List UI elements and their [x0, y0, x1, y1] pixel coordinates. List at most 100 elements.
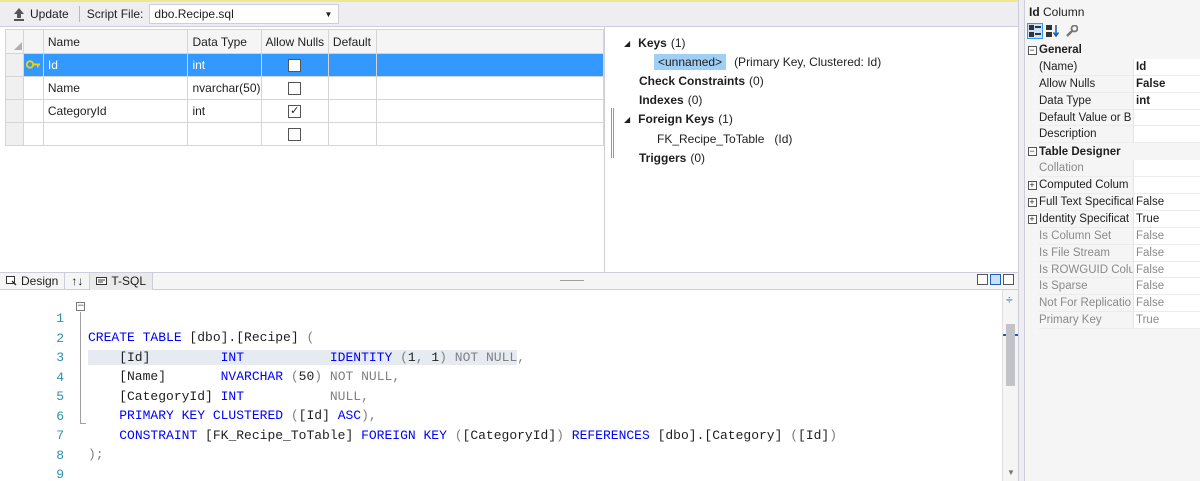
property-row[interactable]: Collation	[1025, 160, 1200, 178]
property-row[interactable]: + Full Text Specificat False	[1025, 194, 1200, 211]
tree-node-foreign-keys[interactable]: ◢ Foreign Keys (1)	[624, 110, 733, 128]
cell-data-type[interactable]: int	[187, 53, 262, 77]
property-value[interactable]: True	[1134, 210, 1200, 228]
row-header[interactable]	[5, 122, 24, 146]
property-row[interactable]: + Computed Colum	[1025, 177, 1200, 195]
table-row[interactable]: Id int	[5, 53, 605, 77]
split-handle[interactable]	[560, 280, 584, 281]
column-header-name[interactable]: Name	[42, 29, 189, 54]
column-header-data-type[interactable]: Data Type	[187, 29, 262, 54]
cell-default[interactable]	[327, 99, 377, 123]
property-value[interactable]: int	[1134, 92, 1200, 110]
script-file-dropdown[interactable]: dbo.Recipe.sql ▼	[149, 4, 340, 24]
collapse-pane-button[interactable]	[1003, 274, 1014, 285]
sql-editor[interactable]: 1 CREATE TABLE [dbo].[Recipe] ( 2 [Id] I…	[0, 290, 1002, 481]
tree-node-foreign-key-item[interactable]: FK_Recipe_ToTable (Id)	[657, 130, 792, 148]
tab-tsql[interactable]: T-SQL	[90, 272, 154, 290]
property-value[interactable]: True	[1134, 312, 1200, 330]
cell-default[interactable]	[327, 53, 377, 77]
property-value[interactable]: False	[1134, 227, 1200, 245]
property-row[interactable]: Default Value or B	[1025, 109, 1200, 127]
property-row[interactable]: (Name) Id	[1025, 58, 1200, 76]
cell-name[interactable]: Id	[42, 53, 189, 77]
property-value[interactable]	[1134, 177, 1200, 195]
property-row[interactable]: Data Type int	[1025, 92, 1200, 110]
cell-name[interactable]: Name	[42, 76, 189, 100]
property-value[interactable]: False	[1134, 75, 1200, 93]
property-value[interactable]: False	[1134, 244, 1200, 262]
tree-node-keys[interactable]: ◢ Keys (1)	[624, 34, 686, 52]
property-row[interactable]: Description	[1025, 126, 1200, 144]
property-row[interactable]: Is ROWGUID Colu False	[1025, 261, 1200, 279]
cell-data-type[interactable]: int	[187, 99, 262, 123]
column-header-default[interactable]: Default	[327, 29, 377, 54]
property-row[interactable]: Not For Replicatio False	[1025, 295, 1200, 313]
cell-allow-nulls[interactable]	[260, 122, 329, 146]
table-row[interactable]: Name nvarchar(50)	[5, 76, 605, 100]
allow-nulls-checkbox[interactable]	[288, 59, 302, 73]
scrollbar-thumb[interactable]	[1006, 324, 1015, 386]
collapse-icon[interactable]: −	[1027, 45, 1037, 55]
tree-node-indexes[interactable]: Indexes (0)	[639, 91, 702, 109]
cell-default[interactable]	[327, 122, 377, 146]
update-button[interactable]: Update	[10, 4, 72, 24]
property-value[interactable]	[1134, 160, 1200, 178]
row-header[interactable]	[5, 76, 24, 100]
property-pages-button[interactable]	[1063, 23, 1079, 39]
expand-icon[interactable]: +	[1027, 181, 1037, 191]
swap-panes-button[interactable]: ↑↓	[65, 272, 91, 290]
property-value[interactable]: False	[1134, 278, 1200, 296]
allow-nulls-checkbox[interactable]: ✓	[288, 105, 302, 119]
property-row[interactable]: Allow Nulls False	[1025, 75, 1200, 93]
property-row[interactable]: Is File Stream False	[1025, 244, 1200, 262]
editor-scrollbar[interactable]: ÷ ▼	[1002, 290, 1019, 481]
alphabetical-button[interactable]	[1045, 23, 1061, 39]
tree-node-triggers[interactable]: Triggers (0)	[639, 149, 705, 167]
property-value[interactable]: Id	[1134, 58, 1200, 76]
scroll-down-arrow-icon[interactable]: ▼	[1007, 468, 1015, 477]
property-value[interactable]: False	[1134, 194, 1200, 211]
expand-triangle-icon[interactable]: ◢	[624, 115, 630, 124]
vertical-split-button[interactable]	[977, 274, 988, 285]
property-row[interactable]: + Identity Specificat True	[1025, 210, 1200, 228]
property-row[interactable]: Primary Key True	[1025, 312, 1200, 330]
property-value[interactable]: False	[1134, 261, 1200, 279]
cell-name[interactable]: CategoryId	[42, 99, 189, 123]
row-key-cell[interactable]	[22, 122, 44, 146]
pane-splitter-grip[interactable]	[611, 108, 614, 158]
property-row[interactable]: Is Column Set False	[1025, 227, 1200, 245]
expand-icon[interactable]: +	[1027, 214, 1037, 224]
property-row[interactable]: Is Sparse False	[1025, 278, 1200, 296]
property-value[interactable]	[1134, 126, 1200, 144]
key-name[interactable]: <unnamed>	[654, 54, 727, 70]
cell-data-type[interactable]	[187, 122, 262, 146]
allow-nulls-checkbox[interactable]	[288, 128, 302, 142]
expand-icon[interactable]: +	[1027, 197, 1037, 207]
table-row[interactable]: CategoryId int ✓	[5, 99, 605, 123]
property-value[interactable]	[1134, 109, 1200, 127]
horizontal-split-button[interactable]	[990, 274, 1001, 285]
property-category[interactable]: − Table Designer	[1025, 143, 1200, 160]
cell-name[interactable]	[42, 122, 189, 146]
tree-node-primary-key[interactable]: <unnamed> (Primary Key, Clustered: Id)	[654, 53, 881, 71]
row-key-cell[interactable]	[22, 99, 44, 123]
cell-allow-nulls[interactable]: ✓	[260, 99, 329, 123]
allow-nulls-checkbox[interactable]	[288, 82, 302, 96]
property-value[interactable]: False	[1134, 295, 1200, 313]
collapse-icon[interactable]: −	[1027, 147, 1037, 157]
row-header[interactable]	[5, 53, 24, 77]
collapse-region-icon[interactable]: −	[76, 302, 85, 311]
split-window-icon[interactable]: ÷	[1006, 293, 1013, 307]
tree-node-check-constraints[interactable]: Check Constraints (0)	[639, 72, 764, 90]
row-key-cell[interactable]	[22, 76, 44, 100]
cell-allow-nulls[interactable]	[260, 76, 329, 100]
row-key-cell[interactable]	[22, 53, 44, 77]
cell-default[interactable]	[327, 76, 377, 100]
property-category[interactable]: − General	[1025, 42, 1200, 59]
cell-allow-nulls[interactable]	[260, 53, 329, 77]
expand-triangle-icon[interactable]: ◢	[624, 39, 630, 48]
row-header[interactable]	[5, 99, 24, 123]
tab-design[interactable]: Design	[0, 272, 66, 290]
cell-data-type[interactable]: nvarchar(50)	[187, 76, 262, 100]
column-header-allow-nulls[interactable]: Allow Nulls	[260, 29, 329, 54]
